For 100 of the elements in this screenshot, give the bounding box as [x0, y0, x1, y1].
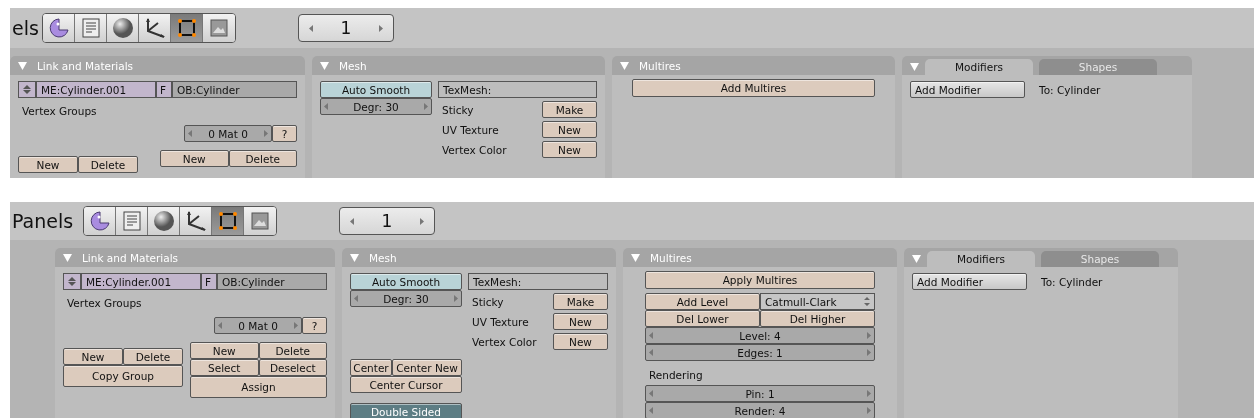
multires-button[interactable]: Del Higher	[760, 310, 875, 327]
browse-button[interactable]	[18, 81, 36, 98]
collapse-triangle-icon[interactable]	[631, 253, 640, 262]
left-arrow-icon[interactable]	[350, 217, 354, 225]
right-arrow-icon[interactable]	[454, 295, 458, 302]
double-sided-toggle[interactable]: Double Sided	[350, 403, 462, 418]
right-arrow-icon[interactable]	[867, 349, 871, 356]
left-arrow-icon[interactable]	[354, 295, 358, 302]
auto-smooth-toggle[interactable]: Auto Smooth	[350, 273, 462, 290]
panel-button[interactable]: Copy Group	[63, 365, 183, 387]
panel-button[interactable]: New	[63, 348, 123, 365]
add-modifier-button[interactable]: Add Modifier	[912, 273, 1027, 290]
panel-button[interactable]: Delete	[123, 348, 183, 365]
panels-label: els	[11, 17, 40, 39]
context-tab[interactable]	[107, 14, 139, 42]
left-arrow-icon[interactable]	[649, 407, 653, 414]
fake-user-button[interactable]: F	[201, 273, 217, 290]
collapse-triangle-icon[interactable]	[912, 255, 921, 263]
multires-button[interactable]: Del Lower	[645, 310, 760, 327]
right-arrow-icon[interactable]	[379, 24, 383, 32]
layer-button[interactable]: New	[553, 313, 608, 330]
left-arrow-icon[interactable]	[188, 130, 192, 137]
panel-button[interactable]: New	[190, 342, 259, 359]
texmesh-field[interactable]: TexMesh:	[438, 81, 597, 98]
right-arrow-icon[interactable]	[424, 103, 428, 110]
context-tab[interactable]	[180, 207, 212, 235]
subdivision-dropdown[interactable]: Catmull-Clark	[760, 293, 875, 310]
right-arrow-icon[interactable]	[420, 217, 424, 225]
right-arrow-icon[interactable]	[867, 407, 871, 414]
number-field[interactable]: Render: 4	[645, 402, 875, 418]
right-arrow-icon[interactable]	[867, 390, 871, 397]
pacman-icon	[89, 211, 110, 231]
left-arrow-icon[interactable]	[649, 349, 653, 356]
collapse-triangle-icon[interactable]	[18, 61, 27, 70]
help-button[interactable]: ?	[272, 125, 297, 142]
collapse-triangle-icon[interactable]	[910, 63, 919, 71]
number-field[interactable]: Level: 4	[645, 327, 875, 344]
context-tab[interactable]	[148, 207, 180, 235]
layer-button[interactable]: New	[542, 121, 597, 138]
layer-button[interactable]: New	[542, 141, 597, 158]
panel-button[interactable]: Delete	[228, 150, 297, 167]
right-arrow-icon[interactable]	[294, 322, 298, 329]
number-field[interactable]: Degr: 30	[350, 290, 462, 307]
object-name-field[interactable]: OB:Cylinder	[172, 81, 297, 98]
context-tab[interactable]	[139, 14, 171, 42]
browse-button[interactable]	[63, 273, 81, 290]
context-tab[interactable]	[43, 14, 75, 42]
number-field[interactable]: Degr: 30	[320, 98, 432, 115]
layer-button[interactable]: Make	[542, 101, 597, 118]
layer-button[interactable]: New	[553, 333, 608, 350]
object-name-field[interactable]: OB:Cylinder	[217, 273, 327, 290]
multires-button[interactable]: Apply Multires	[645, 271, 875, 289]
mesh-name-field[interactable]: ME:Cylinder.001	[81, 273, 201, 290]
page-spinner[interactable]: 1	[339, 207, 435, 235]
number-field[interactable]: 0 Mat 0	[184, 125, 272, 142]
layer-label: UV Texture	[442, 123, 499, 136]
context-tab[interactable]	[84, 207, 116, 235]
auto-smooth-toggle[interactable]: Auto Smooth	[320, 81, 432, 98]
panel-tab[interactable]: Modifiers	[927, 251, 1035, 267]
left-arrow-icon[interactable]	[324, 103, 328, 110]
left-arrow-icon[interactable]	[649, 332, 653, 339]
panel-button[interactable]: Delete	[78, 156, 138, 173]
axes-icon	[184, 210, 207, 232]
panel-tab[interactable]: Modifiers	[925, 59, 1033, 75]
center-button[interactable]: Center Cursor	[350, 376, 462, 393]
collapse-triangle-icon[interactable]	[620, 61, 629, 70]
panel-button[interactable]: Assign	[190, 376, 327, 398]
collapse-triangle-icon[interactable]	[320, 61, 329, 70]
document-icon	[122, 211, 141, 231]
number-field[interactable]: 0 Mat 0	[214, 317, 302, 334]
add-modifier-button[interactable]: Add Modifier	[910, 81, 1025, 98]
context-tab[interactable]	[171, 14, 203, 42]
context-tab[interactable]	[212, 207, 244, 235]
texmesh-field[interactable]: TexMesh:	[468, 273, 608, 290]
up-down-arrows-icon	[68, 277, 76, 286]
collapse-triangle-icon[interactable]	[350, 253, 359, 262]
multires-button[interactable]: Add Level	[645, 293, 760, 310]
page-spinner[interactable]: 1	[298, 14, 394, 42]
left-arrow-icon[interactable]	[649, 390, 653, 397]
help-button[interactable]: ?	[302, 317, 327, 334]
layer-button[interactable]: Make	[553, 293, 608, 310]
panel-button[interactable]: New	[160, 150, 229, 167]
mesh-name-field[interactable]: ME:Cylinder.001	[36, 81, 156, 98]
panel-button[interactable]: Delete	[258, 342, 327, 359]
fake-user-button[interactable]: F	[156, 81, 172, 98]
panel-button[interactable]: Deselect	[258, 359, 327, 376]
center-button[interactable]: Center New	[392, 359, 462, 376]
layer-label: Sticky	[442, 103, 474, 116]
panel-button[interactable]: New	[18, 156, 78, 173]
panel-title: Multires	[639, 59, 681, 72]
panel-button[interactable]: Select	[190, 359, 259, 376]
right-arrow-icon[interactable]	[867, 332, 871, 339]
center-button[interactable]: Center	[350, 359, 392, 376]
multires-button[interactable]: Add Multires	[632, 79, 875, 97]
left-arrow-icon[interactable]	[218, 322, 222, 329]
number-field[interactable]: Edges: 1	[645, 344, 875, 361]
number-field[interactable]: Pin: 1	[645, 385, 875, 402]
right-arrow-icon[interactable]	[264, 130, 268, 137]
left-arrow-icon[interactable]	[309, 24, 313, 32]
collapse-triangle-icon[interactable]	[63, 253, 72, 262]
